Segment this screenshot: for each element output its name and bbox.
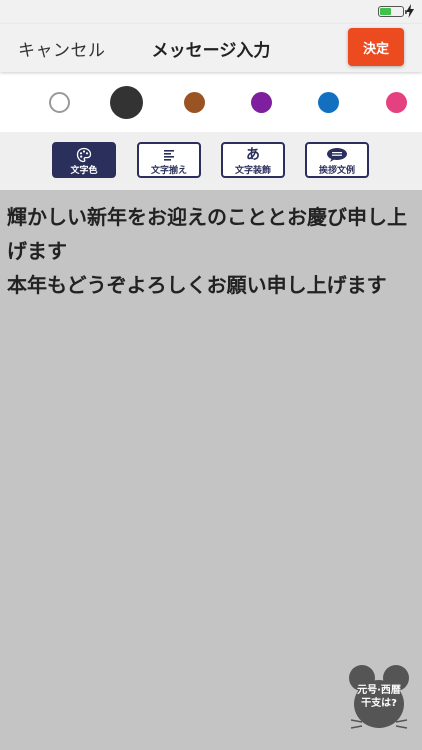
- color-picker: [0, 72, 422, 132]
- speech-bubble-icon: [327, 148, 347, 162]
- message-text[interactable]: 輝かしい新年をお迎えのこととお慶び申し上げます 本年もどうぞよろしくお願い申し上…: [7, 200, 417, 302]
- format-tab-bar: 文字色 文字揃え あ 文字装飾 挨拶文例: [0, 125, 422, 190]
- tab-label: 文字色: [70, 166, 98, 176]
- battery-level: [380, 8, 391, 15]
- navigation-bar: キャンセル メッセージ入力 決定: [0, 24, 422, 72]
- eto-label: 元号·西暦 干支は?: [357, 685, 401, 709]
- color-swatch-white[interactable]: [49, 92, 70, 113]
- color-swatch-blue[interactable]: [318, 92, 339, 113]
- done-button[interactable]: 決定: [348, 28, 404, 66]
- tab-text-decoration[interactable]: あ 文字装飾: [221, 142, 285, 178]
- color-swatch-purple[interactable]: [251, 92, 272, 113]
- message-editor[interactable]: 輝かしい新年をお迎えのこととお慶び申し上げます 本年もどうぞよろしくお願い申し上…: [0, 190, 422, 750]
- hiragana-a-icon: あ: [246, 147, 260, 163]
- tab-text-align[interactable]: 文字揃え: [137, 142, 201, 178]
- align-lines-icon: [164, 150, 174, 161]
- tab-label: 挨拶文例: [318, 166, 355, 176]
- tab-label: 文字装飾: [234, 166, 271, 176]
- palette-icon: [76, 147, 92, 163]
- charging-bolt-icon: [406, 4, 414, 18]
- tab-text-color[interactable]: 文字色: [52, 142, 116, 178]
- color-swatch-black[interactable]: [110, 86, 143, 119]
- message-line: 輝かしい新年をお迎えのこととお慶び申し上げます: [7, 205, 407, 263]
- tab-greeting-examples[interactable]: 挨拶文例: [305, 142, 369, 178]
- status-bar: [0, 0, 422, 24]
- color-swatch-brown[interactable]: [184, 92, 205, 113]
- color-swatch-pink[interactable]: [386, 92, 407, 113]
- eto-lookup-button[interactable]: 元号·西暦 干支は?: [348, 660, 410, 738]
- message-line: 本年もどうぞよろしくお願い申し上げます: [7, 273, 387, 297]
- battery-icon: [378, 6, 407, 17]
- tab-label: 文字揃え: [150, 166, 187, 176]
